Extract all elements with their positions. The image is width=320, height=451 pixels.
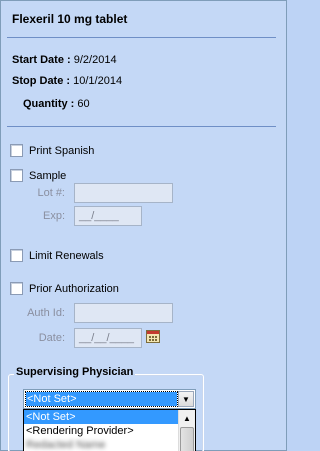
start-date-row: Start Date : 9/2/2014 xyxy=(12,54,117,66)
details-separator xyxy=(7,126,276,127)
chevron-down-icon[interactable]: ▼ xyxy=(178,391,194,407)
selected-physician: <Not Set> xyxy=(25,391,178,407)
print-spanish-label: Print Spanish xyxy=(29,144,95,157)
medication-detail-panel: Flexeril 10 mg tablet Start Date : 9/2/2… xyxy=(0,0,287,451)
quantity-label: Quantity : xyxy=(23,98,75,110)
physician-dropdown-list[interactable]: <Not Set> <Rendering Provider> Redacted … xyxy=(23,409,196,451)
start-date-value: 9/2/2014 xyxy=(73,54,117,66)
limit-renewals-checkbox[interactable] xyxy=(10,249,23,262)
limit-renewals-option[interactable]: Limit Renewals xyxy=(10,249,104,262)
lot-label: Lot #: xyxy=(37,187,65,199)
stop-date-row: Stop Date : 10/1/2014 xyxy=(12,75,122,87)
auth-id-field[interactable] xyxy=(74,303,173,323)
supervising-physician-label: Supervising Physician xyxy=(14,366,136,378)
start-date-label: Start Date : xyxy=(12,54,71,66)
medication-title: Flexeril 10 mg tablet xyxy=(12,12,128,26)
scroll-up-icon[interactable]: ▲ xyxy=(179,410,195,426)
exp-label: Exp: xyxy=(42,210,65,222)
quantity-row: Quantity : 60 xyxy=(23,98,90,110)
auth-date-label: Date: xyxy=(38,332,65,344)
print-spanish-option[interactable]: Print Spanish xyxy=(10,144,94,157)
quantity-value: 60 xyxy=(77,98,90,110)
dropdown-scrollbar[interactable]: ▲ xyxy=(178,410,195,451)
prior-authorization-option[interactable]: Prior Authorization xyxy=(10,282,119,295)
sample-checkbox[interactable] xyxy=(10,169,23,182)
supervising-physician-select[interactable]: <Not Set> ▼ xyxy=(23,389,196,409)
stop-date-label: Stop Date : xyxy=(12,75,71,87)
dropdown-item[interactable]: <Not Set> xyxy=(24,410,195,424)
calendar-icon[interactable] xyxy=(146,330,160,343)
sample-option[interactable]: Sample xyxy=(10,169,66,182)
dropdown-item[interactable]: Redacted Name xyxy=(24,438,195,451)
dropdown-item[interactable]: <Rendering Provider> xyxy=(24,424,195,438)
print-spanish-checkbox[interactable] xyxy=(10,144,23,157)
stop-date-value: 10/1/2014 xyxy=(73,75,123,87)
header-separator xyxy=(7,37,276,38)
sample-label: Sample xyxy=(29,169,67,182)
lot-field[interactable] xyxy=(74,183,173,203)
limit-renewals-label: Limit Renewals xyxy=(29,249,104,262)
prior-authorization-checkbox[interactable] xyxy=(10,282,23,295)
exp-field[interactable]: __/____ xyxy=(74,206,142,226)
auth-id-label: Auth Id: xyxy=(27,307,65,319)
scroll-thumb[interactable] xyxy=(180,427,194,451)
auth-date-field[interactable]: __/__/____ xyxy=(74,328,142,348)
prior-authorization-label: Prior Authorization xyxy=(29,282,119,295)
